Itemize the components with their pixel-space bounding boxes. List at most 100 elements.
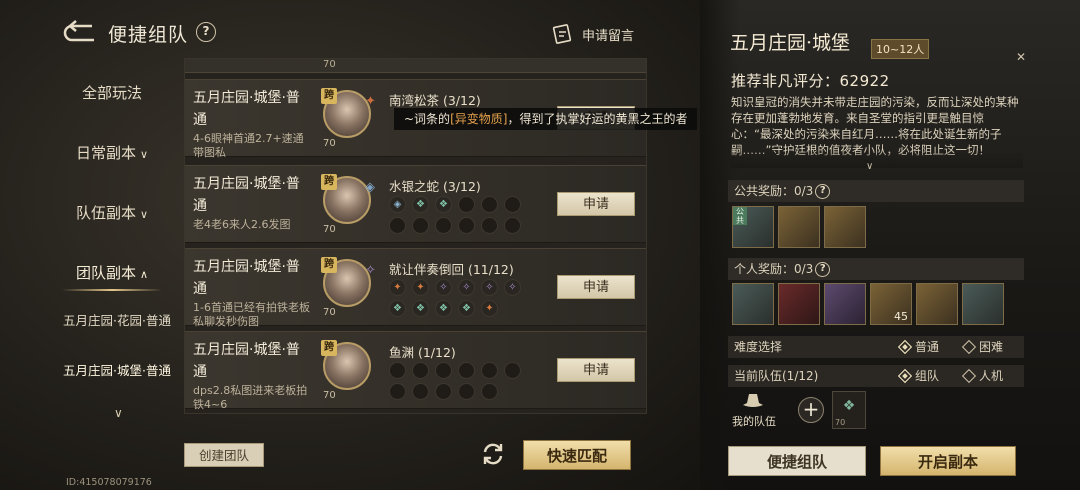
empty-slot (389, 362, 406, 379)
team-mode-party-option[interactable]: 组队 (897, 365, 939, 387)
empty-slot (412, 217, 429, 234)
apply-button[interactable]: 申请 (557, 275, 635, 299)
public-reward-header: 公共奖励：0/3? (728, 180, 1024, 202)
reward-tag: 公共 (733, 207, 747, 225)
quick-team-button[interactable]: 便捷组队 (728, 446, 866, 476)
table-row: 五月庄园·城堡·普通 老4老6来人2.6发图 跨 70 ◈ 水银之蛇 (3/12… (185, 165, 646, 243)
team-name: 鱼渊 (1/12) (389, 345, 456, 360)
sidebar-item-all[interactable]: 全部玩法 (42, 82, 182, 103)
member-class-icon: ❖ (412, 196, 429, 213)
refresh-icon[interactable] (480, 441, 506, 467)
reward-item[interactable] (824, 283, 866, 325)
member-class-icon: ❖ (412, 300, 429, 317)
close-icon[interactable]: ✕ (1016, 50, 1026, 64)
empty-slot (389, 383, 406, 400)
recommended-score: 推荐非凡评分：62922 (731, 72, 890, 90)
table-row: 五月庄园·城堡·普通 1-6首通已经有拍铁老板私聊发秒伤图 跨 70 ✧ 就让伴… (185, 248, 646, 328)
personal-reward-list: 45 (732, 283, 1004, 325)
hat-icon (743, 394, 763, 407)
empty-slot (458, 217, 475, 234)
leader-level: 70 (323, 224, 336, 235)
member-class-icon: ✧ (504, 279, 521, 296)
user-id: ID:415078079176 (66, 477, 152, 488)
member-class-icon: ◈ (389, 196, 406, 213)
quick-match-button[interactable]: 快速匹配 (523, 440, 631, 470)
row-title: 五月庄园·城堡·普通 (193, 176, 300, 214)
create-team-button[interactable]: 创建团队 (184, 443, 264, 467)
sidebar-item-party[interactable]: 队伍副本 ∨ (42, 202, 182, 223)
chevron-up-icon: ∧ (139, 268, 149, 281)
help-icon[interactable]: ? (196, 22, 216, 42)
empty-slot (481, 383, 498, 400)
chevron-down-icon: ∨ (139, 148, 149, 161)
difficulty-hard-option[interactable]: 困难 (961, 336, 1003, 358)
empty-slot (435, 383, 452, 400)
apply-message-button[interactable]: 申请留言 (552, 22, 634, 46)
empty-slot (458, 383, 475, 400)
reward-item[interactable]: 45 (870, 283, 912, 325)
leader-level: 70 (323, 390, 336, 401)
class-icon: ✧ (365, 263, 376, 278)
sidebar-item-raid[interactable]: 团队副本 ∧ (42, 262, 182, 291)
sidebar-subitem-castle[interactable]: 五月庄园·城堡·普通 (52, 362, 182, 379)
apply-message-label: 申请留言 (582, 28, 635, 44)
team-name: 南湾松茶 (3/12) (389, 93, 481, 108)
cross-server-badge: 跨 (321, 88, 337, 104)
dungeon-name: 五月庄园·城堡 (730, 32, 851, 54)
dungeon-header: 五月庄园·城堡 10~12人 (730, 24, 960, 66)
reward-item[interactable] (824, 206, 866, 248)
cross-server-badge: 跨 (321, 257, 337, 273)
team-name: 就让伴奏倒回 (11/12) (389, 262, 514, 277)
empty-slot (412, 383, 429, 400)
member-slots: ✦ ✦ ✧ ✧ ✧ ✧ ❖ ❖ ❖ ❖ ✦ (389, 279, 529, 317)
apply-button[interactable]: 申请 (557, 358, 635, 382)
add-member-button[interactable]: + (798, 397, 824, 423)
empty-slot (504, 196, 521, 213)
empty-slot (481, 196, 498, 213)
cross-server-badge: 跨 (321, 340, 337, 356)
reward-item[interactable] (916, 283, 958, 325)
member-class-icon: ✦ (481, 300, 498, 317)
reward-item[interactable] (778, 206, 820, 248)
reward-item[interactable]: 公共 (732, 206, 774, 248)
radio-icon (897, 339, 913, 355)
reward-item[interactable] (732, 283, 774, 325)
category-sidebar: 全部玩法 日常副本 ∨ 队伍副本 ∨ 团队副本 ∧ 五月庄园·花园·普通 五月庄园·城… (42, 60, 182, 430)
member-class-icon: ✧ (435, 279, 452, 296)
member-slots: ◈ ❖ ❖ (389, 196, 529, 234)
chevron-down-icon: ∨ (139, 208, 149, 221)
team-mode-bot-option[interactable]: 人机 (961, 365, 1003, 387)
chevron-down-icon[interactable]: ∨ (866, 161, 873, 172)
member-class-icon: ✦ (389, 279, 406, 296)
row-title: 五月庄园·城堡·普通 (193, 259, 300, 297)
sidebar-item-daily[interactable]: 日常副本 ∨ (42, 142, 182, 163)
row-title: 五月庄园·城堡·普通 (193, 90, 300, 128)
my-team-label: 我的队伍 (732, 415, 776, 428)
help-icon[interactable]: ? (815, 262, 831, 277)
row-description: 老4老6来人2.6发图 (193, 218, 291, 231)
leader-level: 70 (323, 307, 336, 318)
reward-item[interactable] (962, 283, 1004, 325)
personal-reward-header: 个人奖励：0/3? (728, 258, 1024, 280)
row-description: dps2.8私图进来老板拍铁4~6 (193, 384, 308, 411)
help-icon[interactable]: ? (815, 184, 831, 199)
reward-item[interactable] (778, 283, 820, 325)
row-description: 4-6眼神首通2.7+速通带图私 (193, 132, 304, 159)
difficulty-normal-option[interactable]: 普通 (897, 336, 939, 358)
member-slot[interactable]: ❖ 70 (832, 391, 866, 429)
chevron-down-icon[interactable]: ∨ (114, 406, 123, 420)
message-icon (552, 24, 572, 44)
open-dungeon-button[interactable]: 开启副本 (880, 446, 1016, 476)
sidebar-subitem-garden[interactable]: 五月庄园·花园·普通 (52, 312, 182, 329)
class-icon: ◈ (365, 180, 375, 195)
reward-tooltip: ~词条的[异变物质]，得到了执掌好运的黄黑之王的者 (394, 108, 698, 130)
table-row: 五月庄园·城堡·普通 dps2.8私图进来老板拍铁4~6 跨 70 鱼渊 (1/… (185, 331, 646, 411)
member-class-icon: ❖ (458, 300, 475, 317)
apply-button[interactable]: 申请 (557, 192, 635, 216)
back-icon[interactable] (62, 20, 98, 46)
member-class-icon: ✧ (458, 279, 475, 296)
empty-slot (481, 217, 498, 234)
public-reward-list: 公共 (732, 206, 866, 248)
class-icon: ✦ (365, 94, 376, 109)
radio-icon (961, 368, 977, 384)
